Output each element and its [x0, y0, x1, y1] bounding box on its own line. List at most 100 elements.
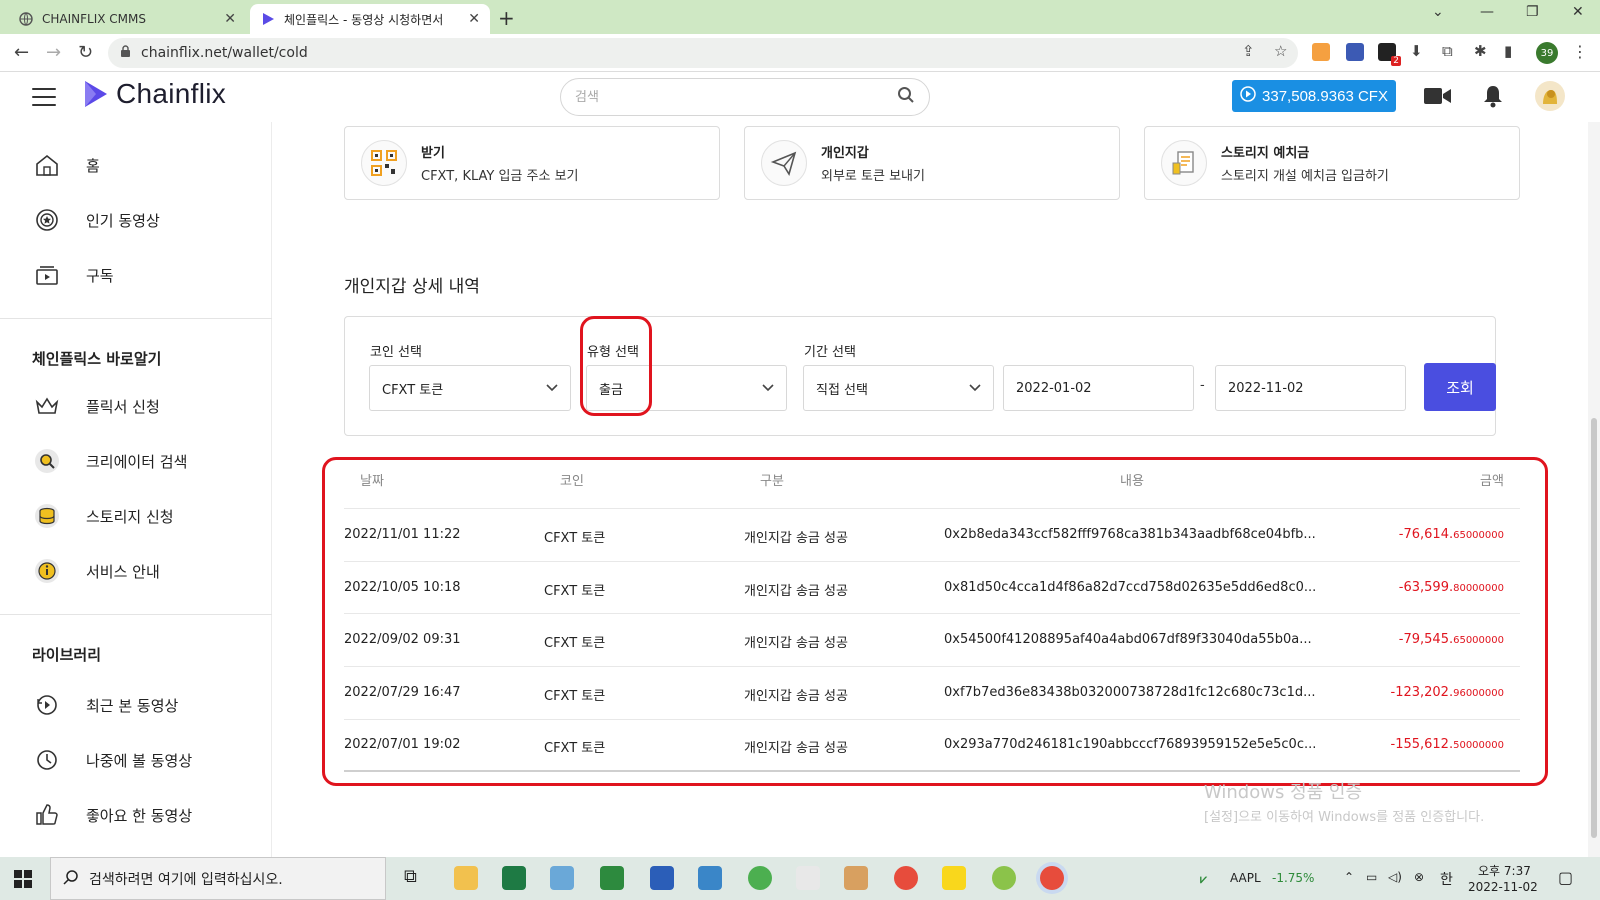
bookmark-star-icon[interactable]: ☆ — [1274, 42, 1287, 60]
share-icon[interactable]: ⇪ — [1242, 42, 1255, 60]
amount-decimal: 50000000 — [1453, 740, 1504, 751]
download-extension-icon[interactable]: ⬇ — [1410, 42, 1423, 60]
query-button[interactable]: 조회 — [1424, 363, 1496, 411]
chrome-active-icon[interactable] — [1040, 866, 1064, 890]
puzzle-extensions-icon[interactable]: ✱ — [1474, 42, 1487, 60]
sidebar-item-home[interactable]: 홈 — [34, 145, 100, 185]
sidebar-item-flixer-apply[interactable]: 플릭서 신청 — [34, 386, 160, 426]
url-omnibox[interactable]: chainflix.net/wallet/cold — [108, 38, 1298, 68]
crown-icon — [34, 393, 60, 419]
card-title: 스토리지 예치금 — [1221, 146, 1310, 161]
cfx-balance-button[interactable]: 337,508.9363 CFX — [1232, 80, 1396, 112]
file-explorer-icon[interactable] — [454, 866, 478, 890]
chainflix-favicon-icon — [260, 11, 276, 27]
extension-badge-icon[interactable]: 2 — [1378, 43, 1401, 66]
extension-icon[interactable] — [1346, 43, 1364, 61]
type-select[interactable]: 출금 — [586, 365, 787, 411]
storage-deposit-card[interactable]: 스토리지 예치금 스토리지 개설 예치금 입금하기 — [1144, 126, 1520, 200]
clock-time[interactable]: 오후 7:37 — [1478, 862, 1531, 879]
task-view-icon[interactable]: ⧉ — [404, 866, 428, 890]
app-icon[interactable] — [698, 866, 722, 890]
reload-icon[interactable]: ↻ — [78, 42, 93, 63]
word-icon[interactable] — [650, 866, 674, 890]
date-to-value: 2022-11-02 — [1228, 380, 1304, 396]
app-icon[interactable] — [550, 866, 574, 890]
table-divider — [344, 719, 1520, 720]
page-scrollbar[interactable] — [1588, 122, 1600, 857]
new-tab-button[interactable]: + — [498, 6, 515, 30]
globe-icon — [18, 11, 34, 27]
kakaotalk-icon[interactable] — [942, 866, 966, 890]
menu-icon[interactable] — [32, 88, 56, 106]
amount-integer: -155,612. — [1390, 737, 1454, 752]
tabs-extension-icon[interactable]: ⧉ — [1442, 42, 1453, 60]
notification-bell-icon[interactable] — [1482, 84, 1504, 112]
tab-search-icon[interactable]: ⌄ — [1432, 4, 1444, 20]
sidebar-item-history[interactable]: 최근 본 동영상 — [34, 685, 178, 725]
app-icon[interactable] — [748, 866, 772, 890]
sidebar-item-liked[interactable]: 좋아요 한 동영상 — [34, 795, 192, 835]
windows-start-icon[interactable] — [14, 870, 32, 888]
chart-app-icon[interactable] — [600, 866, 624, 890]
taskbar-search[interactable]: 검색하려면 여기에 입력하십시오. — [50, 857, 386, 900]
sidebar-item-label: 구독 — [86, 266, 114, 285]
back-icon[interactable]: ← — [14, 42, 29, 63]
chrome-menu-icon[interactable]: ⋮ — [1572, 42, 1588, 61]
tab-chainflix-cmms[interactable]: CHAINFLIX CMMS ✕ — [8, 4, 246, 34]
cfx-balance-text: 337,508.9363 CFX — [1262, 87, 1388, 105]
video-camera-icon[interactable] — [1424, 86, 1452, 110]
date-to-field[interactable]: 2022-11-02 — [1215, 365, 1406, 411]
period-select[interactable]: 직접 선택 — [803, 365, 994, 411]
minimize-button[interactable]: — — [1480, 4, 1494, 20]
volume-icon[interactable]: ◁) — [1388, 870, 1402, 884]
sidebar-item-creator-search[interactable]: 크리에이터 검색 — [34, 441, 187, 481]
paint-icon[interactable] — [844, 866, 868, 890]
network-icon[interactable]: ▭ — [1366, 870, 1377, 884]
history-icon — [34, 692, 60, 718]
user-avatar[interactable] — [1534, 80, 1566, 116]
search-icon[interactable] — [897, 86, 915, 108]
tab-close-icon[interactable]: ✕ — [468, 11, 480, 27]
clock-date[interactable]: 2022-11-02 — [1468, 880, 1538, 894]
restore-button[interactable]: ❐ — [1526, 4, 1539, 20]
lock-icon — [120, 44, 131, 62]
search-box[interactable] — [560, 78, 930, 116]
date-separator: - — [1200, 378, 1205, 393]
table-divider — [344, 561, 1520, 562]
windows-taskbar: 검색하려면 여기에 입력하십시오. ⧉ ⩗ AAPL -1.75% ⌃ ▭ ◁)… — [0, 857, 1600, 900]
excel-icon[interactable] — [502, 866, 526, 890]
tab-chainflix[interactable]: 체인플릭스 - 동영상 시청하면서 ✕ — [250, 4, 490, 34]
snipping-tool-icon[interactable] — [796, 866, 820, 890]
card-description: CFXT, KLAY 입금 주소 보기 — [421, 169, 579, 184]
forward-icon[interactable]: → — [46, 42, 61, 63]
personal-wallet-card[interactable]: 개인지갑 외부로 토큰 보내기 — [744, 126, 1120, 200]
tab-close-icon[interactable]: ✕ — [224, 11, 236, 27]
chrome-icon[interactable] — [894, 866, 918, 890]
app-icon[interactable] — [992, 866, 1016, 890]
sidebar-item-label: 최근 본 동영상 — [86, 696, 179, 715]
row-coin: CFXT 토큰 — [544, 531, 606, 546]
profile-avatar[interactable]: 39 — [1536, 42, 1558, 64]
close-window-button[interactable]: ✕ — [1572, 4, 1584, 20]
watermark-line1: Windows 정품 인증 — [1204, 782, 1363, 803]
ime-indicator[interactable]: 한 — [1440, 869, 1453, 889]
row-amount: -123,202.96000000 — [1304, 685, 1505, 700]
sidebar-item-subscription[interactable]: 구독 — [34, 255, 114, 295]
action-center-icon[interactable]: ▢ — [1558, 868, 1573, 887]
extension-badge-count: 2 — [1391, 56, 1401, 66]
sidebar-item-popular[interactable]: 인기 동영상 — [34, 200, 160, 240]
sidebar-item-service-info[interactable]: 서비스 안내 — [34, 551, 160, 591]
chainflix-logo[interactable]: Chainflix — [82, 78, 226, 110]
sidebar-item-watch-later[interactable]: 나중에 볼 동영상 — [34, 740, 192, 780]
amount-integer: -79,545. — [1398, 632, 1454, 647]
coin-select[interactable]: CFXT 토큰 — [369, 365, 571, 411]
search-input[interactable] — [575, 89, 897, 105]
side-panel-icon[interactable]: ▮ — [1504, 42, 1512, 60]
metamask-extension-icon[interactable] — [1312, 43, 1330, 61]
tray-chevron-icon[interactable]: ⌃ — [1344, 870, 1354, 884]
notification-off-icon[interactable]: ⊗ — [1414, 870, 1424, 884]
date-from-field[interactable]: 2022-01-02 — [1003, 365, 1194, 411]
scrollbar-thumb[interactable] — [1591, 418, 1597, 838]
sidebar-item-storage-apply[interactable]: 스토리지 신청 — [34, 496, 174, 536]
receive-card[interactable]: 받기 CFXT, KLAY 입금 주소 보기 — [344, 126, 720, 200]
